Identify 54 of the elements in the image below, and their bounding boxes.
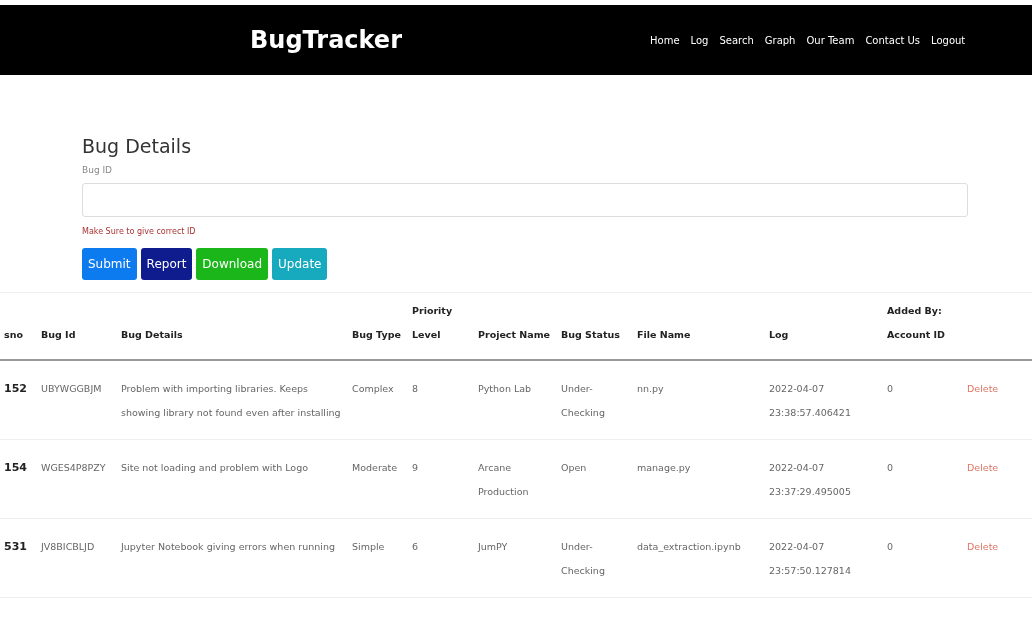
table-cell: Under-Checking bbox=[557, 518, 633, 598]
column-header: Bug Id bbox=[37, 293, 117, 360]
nav-link[interactable]: Search bbox=[719, 34, 754, 46]
table-cell: 2022-04-07 23:37:29.495005 bbox=[765, 439, 883, 519]
column-header: Bug Type bbox=[348, 293, 408, 360]
nav-link[interactable]: Log bbox=[690, 34, 709, 46]
nav-link[interactable]: Logout bbox=[931, 34, 966, 46]
table-cell: Moderate bbox=[348, 439, 408, 519]
table-cell: Simple bbox=[348, 518, 408, 598]
table-cell: 9 bbox=[408, 439, 474, 519]
table-cell: WGES4P8PZY bbox=[37, 439, 117, 519]
action-button[interactable]: Report bbox=[140, 248, 193, 280]
column-header: File Name bbox=[633, 293, 765, 360]
table-cell: 2022-04-07 23:38:57.406421 bbox=[765, 360, 883, 440]
column-header: Log bbox=[765, 293, 883, 360]
table-cell: 0 bbox=[883, 360, 963, 440]
table-cell: 154 bbox=[0, 439, 37, 519]
nav-link[interactable]: Graph bbox=[764, 34, 796, 46]
bug-id-field[interactable] bbox=[82, 183, 968, 217]
table-cell: UBYWGGBJM bbox=[37, 360, 117, 440]
table-cell: manage.py bbox=[633, 439, 765, 519]
nav-link[interactable]: Our Team bbox=[806, 34, 855, 46]
column-header: Bug Status bbox=[557, 293, 633, 360]
column-header: Project Name bbox=[474, 293, 557, 360]
table-cell: Open bbox=[557, 439, 633, 519]
table-cell: data_extraction.ipynb bbox=[633, 518, 765, 598]
table-cell: JumPY bbox=[474, 518, 557, 598]
table-cell: Arcane Production bbox=[474, 439, 557, 519]
section-title: Bug Details bbox=[82, 135, 193, 157]
table-cell: JV8BICBLJD bbox=[37, 518, 117, 598]
hint-text: Make Sure to give correct ID bbox=[82, 227, 197, 236]
column-header: Bug Details bbox=[117, 293, 348, 360]
nav-link[interactable]: Contact Us bbox=[865, 34, 920, 46]
table-cell: Complex bbox=[348, 360, 408, 440]
column-header: sno bbox=[0, 293, 37, 360]
nav-link[interactable]: Home bbox=[650, 34, 680, 46]
table-cell: 2022-04-07 23:57:50.127814 bbox=[765, 518, 883, 598]
table-cell: Jupyter Notebook giving errors when running bbox=[117, 518, 348, 598]
field-label: Bug ID bbox=[82, 165, 114, 175]
table-cell: 0 bbox=[883, 518, 963, 598]
table-cell: Python Lab bbox=[474, 360, 557, 440]
column-header: Priority Level bbox=[408, 293, 474, 360]
table-cell: 8 bbox=[408, 360, 474, 440]
action-button[interactable]: Submit bbox=[82, 248, 137, 280]
brand-logo[interactable]: BugTracker bbox=[250, 26, 650, 54]
table-cell: 531 bbox=[0, 518, 37, 598]
table-cell: Problem with importing libraries. Keeps showing library not found even after installing bbox=[117, 360, 348, 440]
table-cell: nn.py bbox=[633, 360, 765, 440]
table-cell: 0 bbox=[883, 439, 963, 519]
column-header: Added By: Account ID bbox=[883, 293, 963, 360]
table-cell: 152 bbox=[0, 360, 37, 440]
table-cell: Site not loading and problem with Logo bbox=[117, 439, 348, 519]
table-cell: Under-Checking bbox=[557, 360, 633, 440]
table-cell: 6 bbox=[408, 518, 474, 598]
